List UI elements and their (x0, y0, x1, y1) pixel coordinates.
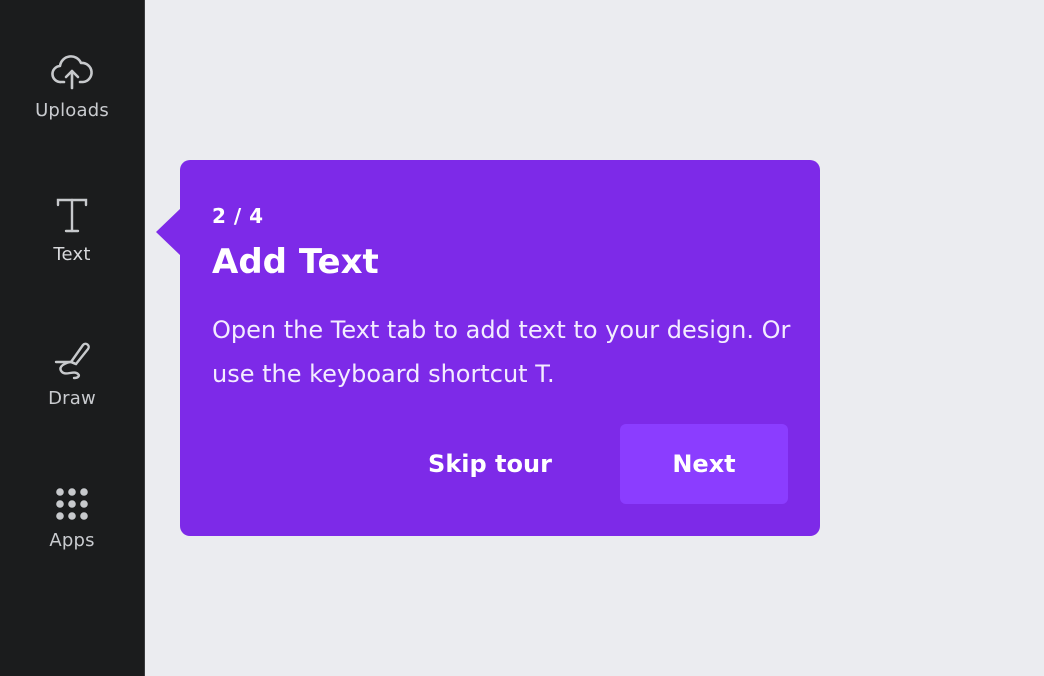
cloud-upload-icon (50, 52, 94, 92)
sidebar-item-draw[interactable]: Draw (0, 340, 144, 409)
sidebar-item-label: Uploads (35, 100, 109, 121)
sidebar-item-uploads[interactable]: Uploads (0, 52, 144, 121)
text-icon (52, 196, 92, 236)
tour-step-counter: 2 / 4 (212, 204, 264, 228)
tour-description: Open the Text tab to add text to your de… (212, 316, 791, 388)
sidebar-item-label: Apps (49, 530, 95, 551)
tooltip-arrow (156, 208, 181, 256)
sidebar: Uploads Text Draw Apps (0, 0, 145, 676)
sidebar-item-text[interactable]: Text (0, 196, 144, 265)
next-button[interactable]: Next (620, 424, 788, 504)
tour-title: Add Text (212, 242, 379, 282)
skip-tour-button[interactable]: Skip tour (410, 424, 570, 504)
draw-icon (52, 340, 92, 380)
tour-tooltip: 2 / 4 Add Text Open the Text tab to add … (180, 160, 820, 536)
sidebar-item-label: Text (53, 244, 91, 265)
sidebar-item-label: Draw (48, 388, 96, 409)
sidebar-item-apps[interactable]: Apps (0, 486, 144, 551)
apps-grid-icon (54, 486, 90, 522)
